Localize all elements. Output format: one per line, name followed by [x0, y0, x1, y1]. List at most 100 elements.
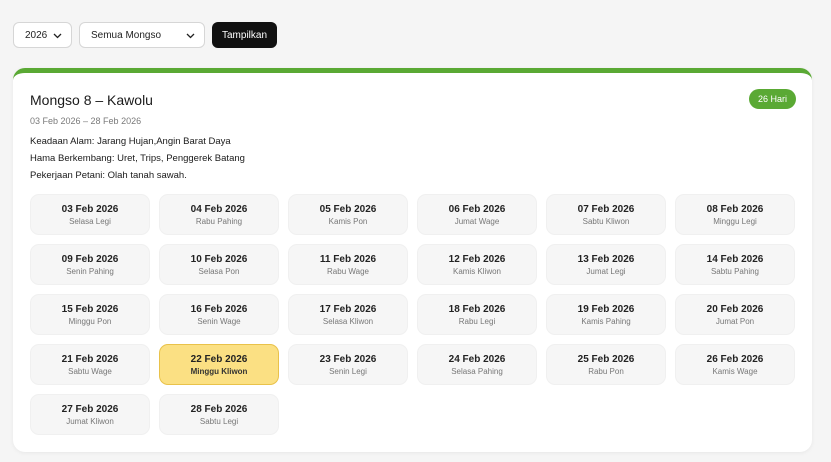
day-pasaran: Sabtu Pahing: [710, 266, 760, 276]
day-date: 11 Feb 2026: [319, 253, 377, 265]
day-pasaran: Sabtu Wage: [68, 366, 112, 376]
day-date: 03 Feb 2026: [61, 203, 119, 215]
day-pasaran: Selasa Kliwon: [322, 316, 374, 326]
day-date: 07 Feb 2026: [577, 203, 635, 215]
pekerjaan-value: Olah tanah sawah.: [105, 170, 187, 181]
keadaan-alam-label: Keadaan Alam:: [30, 136, 95, 147]
day-date: 19 Feb 2026: [577, 303, 635, 315]
day-pasaran: Jumat Legi: [586, 266, 626, 276]
day-cell[interactable]: 19 Feb 2026 Kamis Pahing: [546, 294, 666, 335]
day-date: 23 Feb 2026: [319, 353, 377, 365]
day-date: 21 Feb 2026: [61, 353, 119, 365]
keadaan-alam: Keadaan Alam: Jarang Hujan,Angin Barat D…: [30, 136, 231, 147]
day-pasaran: Rabu Pahing: [195, 216, 243, 226]
day-date: 25 Feb 2026: [577, 353, 635, 365]
day-cell[interactable]: 07 Feb 2026 Sabtu Kliwon: [546, 194, 666, 235]
hama-berkembang: Hama Berkembang: Uret, Trips, Penggerek …: [30, 153, 245, 164]
day-pasaran: Senin Legi: [329, 366, 367, 376]
chevron-down-icon: [52, 30, 63, 41]
day-pasaran: Minggu Pon: [68, 316, 112, 326]
day-date: 14 Feb 2026: [706, 253, 764, 265]
day-cell[interactable]: 04 Feb 2026 Rabu Pahing: [159, 194, 279, 235]
day-pasaran: Sabtu Kliwon: [582, 216, 630, 226]
day-grid: 03 Feb 2026 Selasa Legi 04 Feb 2026 Rabu Pa…: [30, 194, 795, 435]
day-cell[interactable]: 24 Feb 2026 Selasa Pahing: [417, 344, 537, 385]
day-pasaran: Minggu Legi: [713, 216, 757, 226]
day-cell[interactable]: 14 Feb 2026 Sabtu Pahing: [675, 244, 795, 285]
day-pasaran: Jumat Kliwon: [66, 416, 114, 426]
mongso-card: Mongso 8 – Kawolu 26 Hari 03 Feb 2026 – …: [13, 68, 812, 452]
day-date: 17 Feb 2026: [319, 303, 377, 315]
day-date: 18 Feb 2026: [448, 303, 506, 315]
day-pasaran: Rabu Pon: [588, 366, 624, 376]
day-pasaran: Senin Wage: [197, 316, 241, 326]
day-cell[interactable]: 25 Feb 2026 Rabu Pon: [546, 344, 666, 385]
day-pasaran: Sabtu Legi: [199, 416, 239, 426]
day-cell[interactable]: 27 Feb 2026 Jumat Kliwon: [30, 394, 150, 435]
day-date: 24 Feb 2026: [448, 353, 506, 365]
day-date: 27 Feb 2026: [61, 403, 119, 415]
days-count-badge: 26 Hari: [748, 89, 796, 109]
day-cell[interactable]: 28 Feb 2026 Sabtu Legi: [159, 394, 279, 435]
day-date: 09 Feb 2026: [61, 253, 119, 265]
pekerjaan-petani: Pekerjaan Petani: Olah tanah sawah.: [30, 170, 187, 181]
day-cell[interactable]: 16 Feb 2026 Senin Wage: [159, 294, 279, 335]
day-cell[interactable]: 06 Feb 2026 Jumat Wage: [417, 194, 537, 235]
year-select[interactable]: 2026: [13, 22, 72, 48]
day-cell[interactable]: 17 Feb 2026 Selasa Kliwon: [288, 294, 408, 335]
day-pasaran: Minggu Kliwon: [190, 366, 248, 376]
day-pasaran: Kamis Wage: [712, 366, 758, 376]
day-pasaran: Rabu Wage: [327, 266, 369, 276]
mongso-select[interactable]: Semua Mongso: [79, 22, 205, 48]
day-cell[interactable]: 03 Feb 2026 Selasa Legi: [30, 194, 150, 235]
day-pasaran: Selasa Legi: [69, 216, 111, 226]
day-pasaran: Senin Pahing: [66, 266, 114, 276]
day-date: 05 Feb 2026: [319, 203, 377, 215]
day-cell[interactable]: 12 Feb 2026 Kamis Kliwon: [417, 244, 537, 285]
day-pasaran: Kamis Pon: [328, 216, 368, 226]
day-pasaran: Kamis Pahing: [581, 316, 631, 326]
day-cell[interactable]: 21 Feb 2026 Sabtu Wage: [30, 344, 150, 385]
filter-toolbar: 2026 Semua Mongso Tampilkan: [13, 22, 278, 48]
keadaan-alam-value: Jarang Hujan,Angin Barat Daya: [94, 136, 231, 147]
day-pasaran: Selasa Pahing: [451, 366, 503, 376]
tampilkan-button[interactable]: Tampilkan: [212, 22, 278, 48]
hama-value: Uret, Trips, Penggerek Batang: [114, 153, 245, 164]
day-cell-selected[interactable]: 22 Feb 2026 Minggu Kliwon: [159, 344, 279, 385]
day-cell[interactable]: 23 Feb 2026 Senin Legi: [288, 344, 408, 385]
day-pasaran: Kamis Kliwon: [452, 266, 501, 276]
day-cell[interactable]: 18 Feb 2026 Rabu Legi: [417, 294, 537, 335]
day-date: 16 Feb 2026: [190, 303, 248, 315]
chevron-down-icon: [185, 30, 196, 41]
day-date: 12 Feb 2026: [448, 253, 506, 265]
day-cell[interactable]: 09 Feb 2026 Senin Pahing: [30, 244, 150, 285]
pekerjaan-label: Pekerjaan Petani:: [30, 170, 105, 181]
day-pasaran: Rabu Legi: [458, 316, 496, 326]
day-pasaran: Jumat Wage: [454, 216, 500, 226]
day-date: 28 Feb 2026: [190, 403, 248, 415]
day-cell[interactable]: 20 Feb 2026 Jumat Pon: [675, 294, 795, 335]
day-cell[interactable]: 26 Feb 2026 Kamis Wage: [675, 344, 795, 385]
day-date: 22 Feb 2026: [190, 353, 248, 365]
day-date: 10 Feb 2026: [190, 253, 248, 265]
day-pasaran: Jumat Pon: [715, 316, 755, 326]
mongso-select-value: Semua Mongso: [91, 29, 162, 41]
day-date: 20 Feb 2026: [706, 303, 764, 315]
day-cell[interactable]: 15 Feb 2026 Minggu Pon: [30, 294, 150, 335]
day-cell[interactable]: 11 Feb 2026 Rabu Wage: [288, 244, 408, 285]
day-cell[interactable]: 08 Feb 2026 Minggu Legi: [675, 194, 795, 235]
day-cell[interactable]: 10 Feb 2026 Selasa Pon: [159, 244, 279, 285]
day-cell[interactable]: 13 Feb 2026 Jumat Legi: [546, 244, 666, 285]
day-date: 26 Feb 2026: [706, 353, 764, 365]
hama-label: Hama Berkembang:: [30, 153, 115, 164]
day-date: 13 Feb 2026: [577, 253, 635, 265]
day-date: 06 Feb 2026: [448, 203, 506, 215]
date-range: 03 Feb 2026 – 28 Feb 2026: [30, 116, 142, 126]
day-date: 08 Feb 2026: [706, 203, 764, 215]
year-select-value: 2026: [25, 29, 48, 41]
day-date: 04 Feb 2026: [190, 203, 248, 215]
day-cell[interactable]: 05 Feb 2026 Kamis Pon: [288, 194, 408, 235]
mongso-title: Mongso 8 – Kawolu: [30, 92, 153, 108]
day-date: 15 Feb 2026: [61, 303, 119, 315]
day-pasaran: Selasa Pon: [198, 266, 240, 276]
